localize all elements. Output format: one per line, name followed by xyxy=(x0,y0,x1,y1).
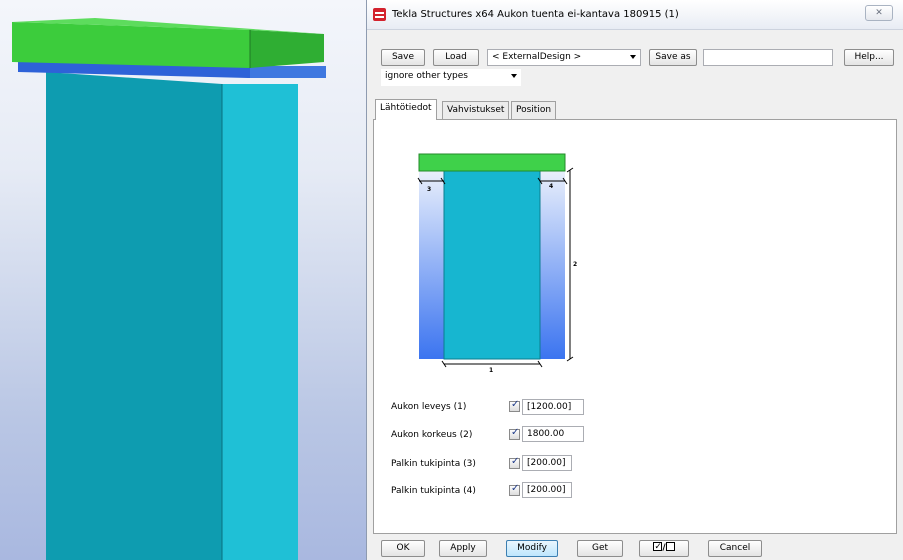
dialog-footer: OK Apply Modify Get / Cancel xyxy=(373,536,897,560)
wall-side-face xyxy=(222,84,298,560)
tab-vahvistukset[interactable]: Vahvistukset xyxy=(442,101,510,119)
preset-value: < ExternalDesign > xyxy=(492,52,582,62)
left-support xyxy=(419,170,444,359)
window-title: Tekla Structures x64 Aukon tuenta ei-kan… xyxy=(392,9,679,20)
right-support xyxy=(540,170,565,359)
modify-button[interactable]: Modify xyxy=(506,540,558,557)
wall-front-face xyxy=(46,72,222,560)
model-3d-view xyxy=(12,18,326,560)
save-as-button[interactable]: Save as xyxy=(649,49,697,66)
tab-panel: 3 4 2 1 Aukon leveys (1) [1200.00] Aukon… xyxy=(373,119,897,534)
param-input-opening-width[interactable]: [1200.00] xyxy=(522,399,584,415)
param-checkbox-beam-support-4[interactable] xyxy=(509,483,520,496)
chevron-down-icon xyxy=(511,74,517,78)
apply-button[interactable]: Apply xyxy=(439,540,487,557)
param-checkbox-beam-support-3[interactable] xyxy=(509,456,520,469)
tekla-logo-icon xyxy=(373,8,386,21)
param-checkbox-opening-width[interactable] xyxy=(509,399,520,412)
beam-end-face xyxy=(250,30,324,68)
cancel-button[interactable]: Cancel xyxy=(708,540,762,557)
ok-button[interactable]: OK xyxy=(381,540,425,557)
model-viewport[interactable] xyxy=(0,0,370,560)
dim-label-4: 4 xyxy=(549,183,553,190)
dialog-window: Tekla Structures x64 Aukon tuenta ei-kan… xyxy=(366,0,903,560)
dim-label-1: 1 xyxy=(489,367,493,374)
filter-value: ignore other types xyxy=(385,71,468,81)
param-label-beam-support-4: Palkin tukipinta (4) xyxy=(391,486,476,496)
checked-box-icon xyxy=(653,540,663,555)
param-label-opening-height: Aukon korkeus (2) xyxy=(391,430,473,440)
beam xyxy=(418,153,566,172)
beam-top-face xyxy=(12,22,250,68)
dim-label-2: 2 xyxy=(573,261,577,268)
help-button[interactable]: Help... xyxy=(844,49,894,66)
preset-select[interactable]: < ExternalDesign > xyxy=(487,49,641,66)
toggle-checkboxes-button[interactable]: / xyxy=(639,540,689,557)
dim-label-3: 3 xyxy=(427,186,431,193)
param-input-beam-support-3[interactable]: [200.00] xyxy=(522,455,572,471)
load-button[interactable]: Load xyxy=(433,49,479,66)
unchecked-box-icon xyxy=(665,542,675,551)
close-button[interactable]: ✕ xyxy=(865,5,893,21)
tab-position[interactable]: Position xyxy=(511,101,557,119)
opening-area xyxy=(443,169,541,360)
param-label-beam-support-3: Palkin tukipinta (3) xyxy=(391,459,476,469)
save-button[interactable]: Save xyxy=(381,49,425,66)
get-button[interactable]: Get xyxy=(577,540,623,557)
opening-diagram: 3 4 2 1 xyxy=(417,153,577,374)
param-checkbox-opening-height[interactable] xyxy=(509,427,520,440)
title-bar[interactable]: Tekla Structures x64 Aukon tuenta ei-kan… xyxy=(367,0,903,30)
param-label-opening-width: Aukon leveys (1) xyxy=(391,402,467,412)
param-input-opening-height[interactable]: 1800.00 xyxy=(522,426,584,442)
chevron-down-icon xyxy=(630,55,636,59)
param-input-beam-support-4[interactable]: [200.00] xyxy=(522,482,572,498)
filter-select[interactable]: ignore other types xyxy=(381,69,521,86)
tab-lahtotiedot[interactable]: Lähtötiedot xyxy=(375,99,437,120)
save-as-input[interactable] xyxy=(703,49,833,66)
